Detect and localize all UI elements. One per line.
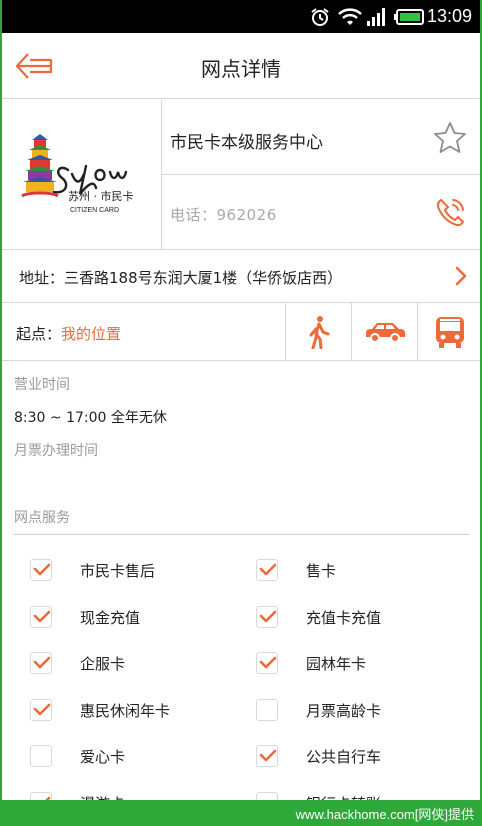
service-checkbox-item[interactable]: 现金充值	[30, 603, 230, 633]
service-label: 售卡	[306, 562, 337, 580]
branch-phone: 电话：962026	[170, 206, 277, 224]
walk-route-button[interactable]	[285, 303, 351, 360]
car-icon	[366, 323, 405, 343]
checkmark-icon	[33, 610, 51, 622]
svg-text:苏州 · 市民卡: 苏州 · 市民卡	[68, 189, 134, 203]
favorite-star-icon[interactable]	[432, 120, 468, 156]
checkbox-checked[interactable]	[30, 698, 52, 721]
service-checkbox-item[interactable]: 市民卡售后	[30, 556, 230, 586]
address-row[interactable]: 地址：三香路188号东润大厦1楼（华侨饭店西）	[2, 250, 480, 303]
checkmark-icon	[259, 610, 277, 622]
service-label: 月票高龄卡	[306, 701, 382, 720]
svg-text:CITIZEN CARD: CITIZEN CARD	[70, 207, 119, 214]
route-start-value: 我的位置	[61, 325, 122, 343]
services-divider	[14, 534, 469, 535]
branch-name: 市民卡本级服务中心	[170, 133, 323, 153]
route-row: 起点：我的位置	[2, 303, 480, 361]
service-label: 充值卡充值	[306, 608, 382, 627]
route-start[interactable]: 起点：我的位置	[16, 323, 121, 344]
service-checkbox-item[interactable]: 公共自行车	[256, 742, 456, 772]
walk-icon	[309, 316, 330, 349]
service-checkbox-item[interactable]: 月票高龄卡	[256, 696, 456, 726]
phone-call-icon[interactable]	[432, 195, 468, 231]
checkbox-checked[interactable]	[30, 605, 52, 628]
checkbox-unchecked[interactable]	[30, 745, 52, 767]
services-label: 网点服务	[14, 510, 70, 526]
service-checkbox-item[interactable]: 惠民休闲年卡	[30, 696, 230, 726]
watermark-bar: www.hackhome.com[网侠]提供	[2, 800, 480, 826]
service-label: 现金充值	[80, 608, 141, 627]
checkbox-unchecked[interactable]	[256, 698, 278, 721]
checkmark-icon	[259, 563, 277, 576]
branch-address: 地址：三香路188号东润大厦1楼（华侨饭店西）	[19, 269, 343, 287]
service-label: 市民卡售后	[80, 562, 156, 580]
service-checkbox-item[interactable]: 园林年卡	[256, 649, 456, 679]
service-checkbox-item[interactable]: 充值卡充值	[256, 603, 456, 633]
alarm-icon	[310, 7, 330, 31]
checkbox-checked[interactable]	[30, 652, 52, 674]
service-checkbox-item[interactable]: 爱心卡	[30, 742, 230, 772]
branch-name-row: 市民卡本级服务中心	[162, 100, 480, 175]
service-label: 公共自行车	[306, 748, 382, 766]
hours-label: 营业时间	[14, 377, 70, 393]
clock: 13:09	[426, 6, 472, 26]
checkmark-icon	[33, 656, 51, 669]
branch-phone-row: 电话：962026	[162, 175, 480, 250]
checkbox-checked[interactable]	[256, 745, 278, 767]
service-label: 园林年卡	[306, 655, 367, 673]
route-start-label: 起点：	[16, 325, 62, 343]
checkbox-checked[interactable]	[256, 559, 278, 581]
service-checkbox-item[interactable]: 企服卡	[30, 649, 230, 679]
monthly-ticket-hours-label: 月票办理时间	[14, 443, 98, 459]
service-checkbox-item[interactable]: 售卡	[256, 556, 456, 586]
status-bar: 13:09	[2, 0, 480, 33]
service-label: 爱心卡	[80, 748, 126, 766]
car-route-button[interactable]	[351, 303, 417, 360]
checkbox-checked[interactable]	[256, 605, 278, 628]
service-label: 惠民休闲年卡	[80, 701, 171, 720]
service-label: 企服卡	[80, 655, 126, 673]
wifi-icon	[338, 7, 362, 31]
checkbox-checked[interactable]	[256, 652, 278, 674]
bus-icon	[436, 317, 464, 348]
checkmark-icon	[33, 563, 51, 576]
checkmark-icon	[33, 703, 51, 715]
header: 网点详情	[2, 33, 480, 99]
checkbox-checked[interactable]	[30, 559, 52, 581]
hours-value: 8:30 ~ 17:00 全年无休	[14, 410, 167, 426]
branch-logo: 苏州 · 市民卡 CITIZEN CARD	[2, 100, 162, 250]
signal-icon	[366, 7, 388, 31]
chevron-right-icon	[454, 265, 468, 287]
checkmark-icon	[259, 749, 277, 762]
battery-icon	[394, 9, 424, 29]
watermark-text: www.hackhome.com[网侠]提供	[295, 807, 474, 822]
checkmark-icon	[259, 656, 277, 669]
page-title: 网点详情	[201, 57, 281, 81]
bus-route-button[interactable]	[417, 303, 480, 360]
